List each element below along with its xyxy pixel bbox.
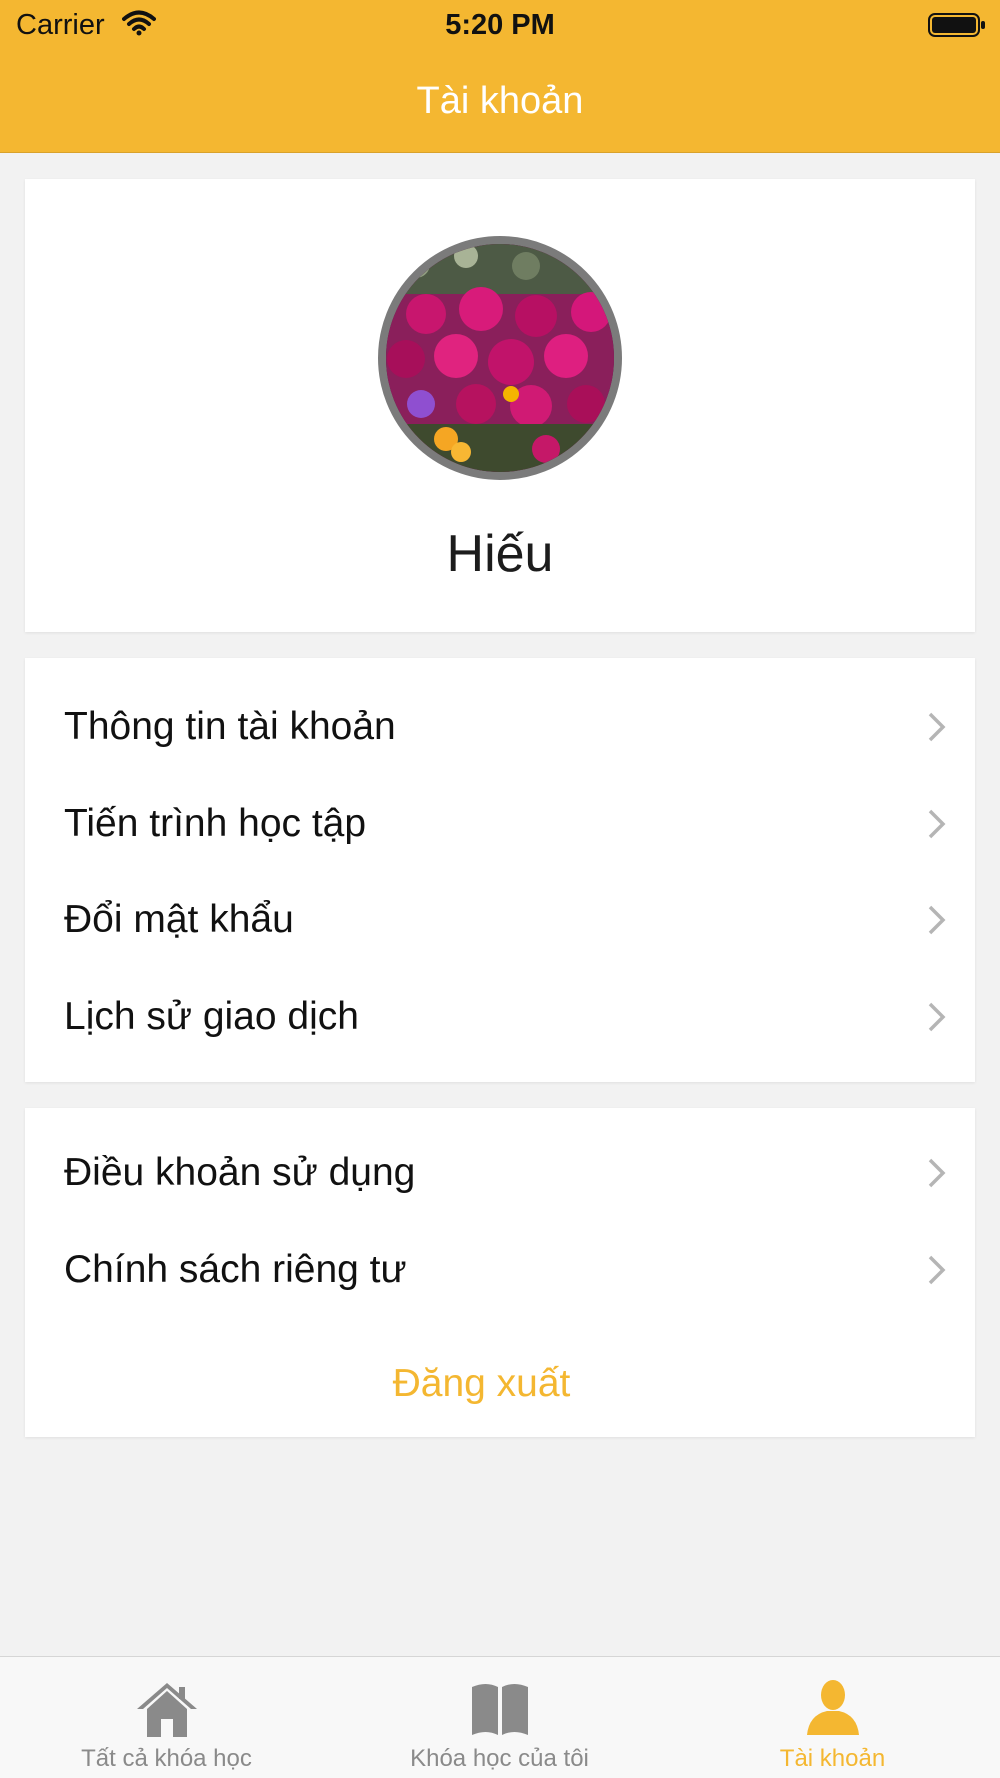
- tab-account[interactable]: Tài khoản: [666, 1657, 999, 1778]
- battery-icon: [928, 13, 986, 42]
- tab-label: Tài khoản: [779, 1745, 886, 1772]
- menu-item-label: Thông tin tài khoản: [64, 705, 396, 748]
- page-title: Tài khoản: [416, 80, 584, 122]
- menu-item-label: Tiến trình học tập: [64, 802, 367, 845]
- logout-button[interactable]: Đăng xuất: [25, 1344, 938, 1424]
- navigation-bar: Tài khoản: [0, 50, 1000, 153]
- tab-my-courses[interactable]: Khóa học của tôi: [333, 1657, 666, 1778]
- account-menu: Thông tin tài khoản Tiến trình học tập Đ…: [25, 658, 975, 1082]
- menu-item-label: Lịch sử giao dịch: [64, 995, 359, 1038]
- chevron-right-icon: [928, 1255, 946, 1285]
- menu-item-transaction-history[interactable]: Lịch sử giao dịch: [25, 969, 975, 1065]
- menu-item-terms-of-use[interactable]: Điều khoản sử dụng: [25, 1125, 975, 1221]
- profile-card: Hiếu: [25, 179, 975, 632]
- tab-all-courses[interactable]: Tất cả khóa học: [0, 1657, 333, 1778]
- status-time: 5:20 PM: [445, 9, 555, 41]
- home-icon: [136, 1683, 197, 1737]
- tab-label: Khóa học của tôi: [410, 1745, 589, 1772]
- avatar[interactable]: [378, 236, 622, 480]
- legal-menu: Điều khoản sử dụng Chính sách riêng tư Đ…: [25, 1108, 975, 1437]
- status-bar: Carrier 5:20 PM: [0, 0, 1000, 50]
- user-icon: [806, 1680, 859, 1735]
- chevron-right-icon: [928, 1002, 946, 1032]
- chevron-right-icon: [928, 905, 946, 935]
- menu-item-learning-progress[interactable]: Tiến trình học tập: [25, 776, 975, 872]
- profile-name: Hiếu: [446, 525, 554, 583]
- chevron-right-icon: [928, 809, 946, 839]
- tab-bar: Tất cả khóa học Khóa học của tôi Tài kho…: [0, 1656, 1000, 1778]
- tab-label: Tất cả khóa học: [81, 1745, 252, 1772]
- menu-item-label: Chính sách riêng tư: [64, 1248, 407, 1291]
- menu-item-account-info[interactable]: Thông tin tài khoản: [25, 679, 975, 775]
- menu-item-privacy-policy[interactable]: Chính sách riêng tư: [25, 1222, 975, 1318]
- menu-item-change-password[interactable]: Đổi mật khẩu: [25, 872, 975, 968]
- book-icon: [471, 1684, 528, 1735]
- chevron-right-icon: [928, 1158, 946, 1188]
- menu-item-label: Đổi mật khẩu: [64, 898, 294, 941]
- menu-item-label: Điều khoản sử dụng: [64, 1151, 416, 1194]
- chevron-right-icon: [928, 712, 946, 742]
